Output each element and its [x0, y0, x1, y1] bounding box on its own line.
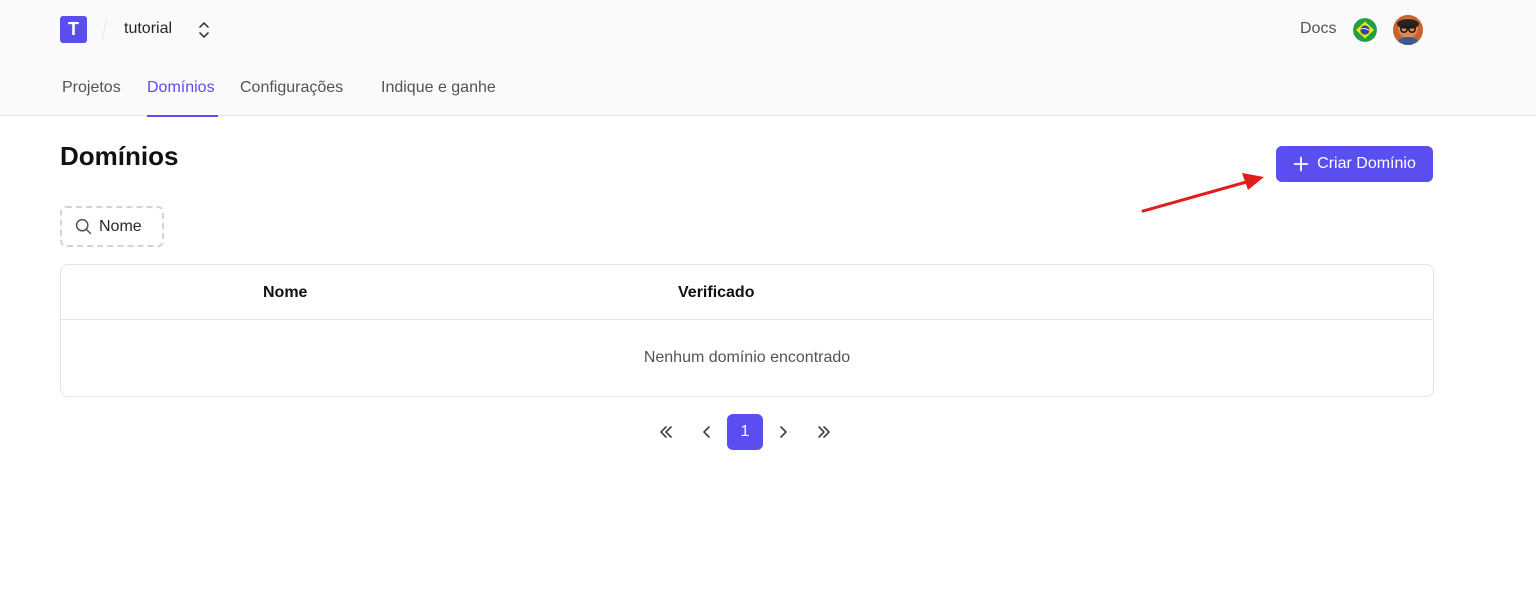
search-icon [75, 218, 92, 235]
create-domain-button[interactable]: Criar Domínio [1276, 146, 1433, 182]
logo-letter: T [68, 19, 79, 39]
first-page-button[interactable] [648, 414, 684, 450]
chevron-left-icon [703, 426, 710, 438]
annotation-arrow [1141, 173, 1264, 213]
chevron-right-icon [780, 426, 787, 438]
chevrons-left-icon [660, 426, 672, 438]
chevron-up-down-icon[interactable] [196, 20, 212, 40]
main-tabs: Projetos Domínios Configurações Indique … [62, 78, 496, 117]
last-page-button[interactable] [806, 414, 842, 450]
pagination: 1 [648, 414, 842, 450]
docs-link[interactable]: Docs [1300, 20, 1336, 38]
page-number-current[interactable]: 1 [727, 414, 763, 450]
tab-indique-e-ganhe[interactable]: Indique e ganhe [381, 78, 496, 116]
app-logo[interactable]: T [60, 16, 87, 43]
search-input[interactable] [99, 217, 159, 236]
search-box[interactable] [60, 206, 164, 247]
user-avatar[interactable] [1393, 15, 1423, 45]
breadcrumb-divider [101, 18, 108, 40]
table-header: Nome Verificado [61, 265, 1433, 320]
empty-state-message: Nenhum domínio encontrado [643, 349, 851, 366]
column-header-verificado: Verificado [678, 284, 755, 301]
tab-projetos[interactable]: Projetos [62, 78, 147, 116]
page-title: Domínios [60, 141, 179, 171]
column-header-nome: Nome [263, 284, 308, 301]
next-page-button[interactable] [765, 414, 801, 450]
top-header: T tutorial Docs Projetos Domínios Config… [0, 0, 1536, 117]
tab-configuracoes[interactable]: Configurações [240, 78, 360, 116]
prev-page-button[interactable] [689, 414, 725, 450]
brazil-flag-icon[interactable] [1353, 18, 1377, 42]
project-name[interactable]: tutorial [124, 20, 172, 38]
domains-table: Nome Verificado Nenhum domínio encontrad… [60, 264, 1434, 397]
create-domain-label: Criar Domínio [1317, 155, 1416, 172]
plus-icon [1293, 156, 1309, 172]
tab-dominios[interactable]: Domínios [147, 78, 218, 117]
chevrons-right-icon [818, 426, 830, 438]
